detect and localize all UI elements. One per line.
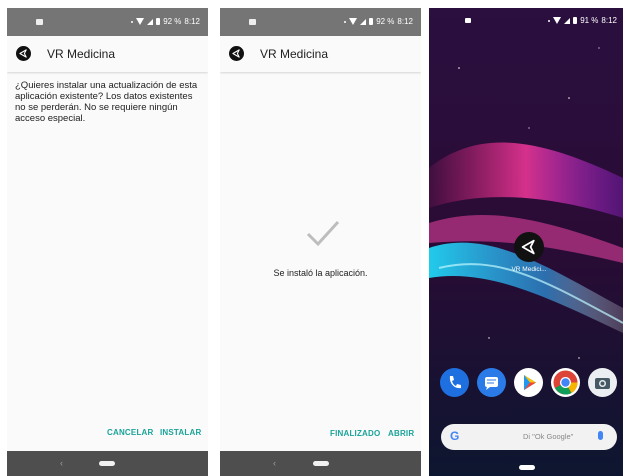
status-bar: 92 % 8:12 xyxy=(7,8,208,36)
navigation-bar: ‹ xyxy=(220,451,421,476)
vr-medicina-app-icon[interactable] xyxy=(514,232,544,262)
open-button[interactable]: ABRIR xyxy=(388,429,414,438)
home-pill-icon[interactable] xyxy=(313,461,329,466)
battery-percent: 91 % xyxy=(580,16,599,25)
checkmark-icon xyxy=(306,220,340,247)
status-indicators: 92 % 8:12 xyxy=(344,17,413,26)
battery-icon xyxy=(573,17,578,24)
messages-icon[interactable] xyxy=(477,368,506,397)
home-pill-icon[interactable] xyxy=(519,465,535,470)
microphone-icon[interactable] xyxy=(598,431,603,440)
app-title: VR Medicina xyxy=(47,47,116,61)
status-bar: 92 % 8:12 xyxy=(220,8,421,36)
status-time: 8:12 xyxy=(397,17,413,26)
phone-icon[interactable] xyxy=(440,368,469,397)
back-icon[interactable]: ‹ xyxy=(273,458,276,468)
app-bar: VR Medicina xyxy=(7,36,208,72)
app-logo-icon xyxy=(16,46,31,61)
home-pill-icon[interactable] xyxy=(99,461,115,466)
battery-icon xyxy=(156,18,161,25)
play-store-icon[interactable] xyxy=(514,368,543,397)
chrome-icon[interactable] xyxy=(551,368,580,397)
notification-icon xyxy=(36,19,43,25)
wifi-icon xyxy=(553,17,562,24)
signal-icon xyxy=(564,17,571,24)
wifi-icon xyxy=(349,18,358,25)
status-time: 8:12 xyxy=(601,16,617,25)
install-prompt-screen: 92 % 8:12 VR Medicina ¿Quieres instalar … xyxy=(7,8,208,476)
back-icon[interactable]: ‹ xyxy=(60,458,63,468)
data-activity-icon xyxy=(548,19,551,22)
camera-icon[interactable] xyxy=(588,368,617,397)
install-button[interactable]: INSTALAR xyxy=(160,428,201,437)
app-bar: VR Medicina xyxy=(220,36,421,72)
status-indicators: 91 % 8:12 xyxy=(548,16,617,25)
status-bar: 91 % 8:12 xyxy=(429,8,623,32)
success-message: Se instaló la aplicación. xyxy=(273,268,368,278)
navigation-bar: ‹ xyxy=(7,451,208,476)
status-indicators: 92 % 8:12 xyxy=(131,17,200,26)
install-message: ¿Quieres instalar una actualización de e… xyxy=(15,80,198,124)
data-activity-icon xyxy=(131,20,134,23)
home-screen: 91 % 8:12 VR Medici... G Di "Ok Google" xyxy=(429,8,623,476)
done-button[interactable]: FINALIZADO xyxy=(330,429,380,438)
data-activity-icon xyxy=(344,20,347,23)
install-complete-screen: 92 % 8:12 VR Medicina Se instaló la apli… xyxy=(220,8,421,476)
app-dock xyxy=(440,368,618,400)
notification-icon xyxy=(249,19,256,25)
google-logo-icon: G xyxy=(450,429,460,443)
signal-icon xyxy=(147,18,154,25)
search-placeholder: Di "Ok Google" xyxy=(523,432,574,441)
battery-icon xyxy=(369,18,374,25)
wifi-icon xyxy=(136,18,145,25)
shortcut-label: VR Medici... xyxy=(511,266,547,273)
app-logo-icon xyxy=(229,46,244,61)
battery-percent: 92 % xyxy=(163,17,182,26)
notification-icon xyxy=(465,18,471,23)
cancel-button[interactable]: CANCELAR xyxy=(107,428,154,437)
signal-icon xyxy=(360,18,367,25)
battery-percent: 92 % xyxy=(376,17,395,26)
google-search-bar[interactable]: G Di "Ok Google" xyxy=(441,424,617,450)
app-title: VR Medicina xyxy=(260,47,329,61)
status-time: 8:12 xyxy=(184,17,200,26)
